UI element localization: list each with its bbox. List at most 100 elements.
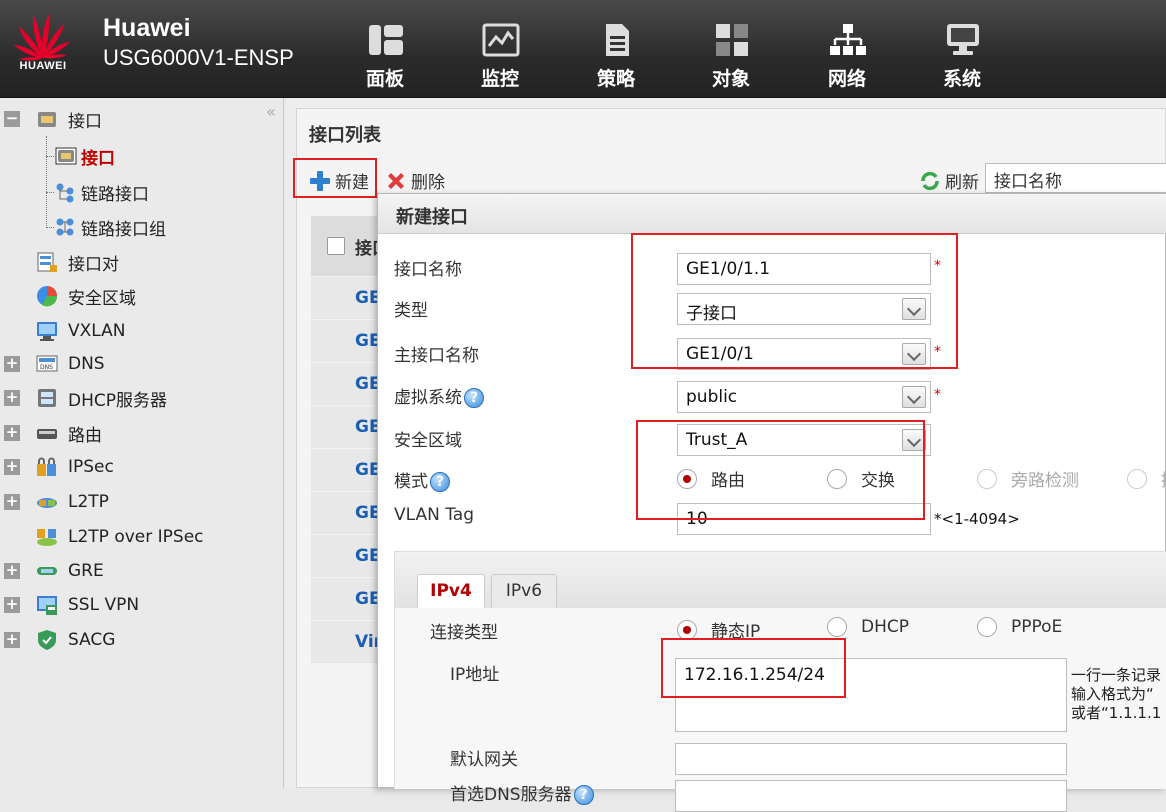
connection-radio-static-ip[interactable]: 静态IP [677,617,760,642]
nav-network[interactable]: 网络 [817,20,877,90]
tab-ipv4[interactable]: IPv4 [417,574,485,608]
radio-unchecked-icon [977,468,997,489]
sidebar-group-interface[interactable]: − 接口 [4,105,102,133]
parent-interface-value: GE1/0/1 [686,344,754,364]
mode-label-text: 模式 [394,472,428,492]
sidebar-item-label: SSL VPN [68,595,140,615]
hint-line: 一行一条记录 [1071,666,1162,684]
sidebar-item-interface-pair[interactable]: 接口对 [36,248,119,276]
security-zone-value: Trust_A [686,430,748,450]
brand-name: Huawei [103,14,191,42]
sidebar-item-link-interface-group[interactable]: 链路接口组 [55,213,166,241]
expand-toggle-icon[interactable]: + [4,597,20,613]
mode-label: 模式? [394,467,450,492]
help-icon[interactable]: ? [430,472,450,492]
dialog-title: 新建接口 [396,207,468,228]
interface-name-label: 接口名称 [394,260,462,280]
tab-ipv6[interactable]: IPv6 [491,574,557,608]
nav-system[interactable]: 系统 [932,20,992,90]
vlan-tag-range-hint: *<1-4094> [934,510,1020,528]
nav-object[interactable]: 对象 [701,20,761,90]
dialog-title-bar: 新建接口 [378,194,1166,234]
connection-radio-pppoe[interactable]: PPPoE [977,617,1062,637]
expand-toggle-icon[interactable]: + [4,459,20,475]
chevron-down-icon[interactable] [902,343,926,365]
sidebar-group-l2tp[interactable]: + L2TP [4,488,109,516]
vlan-tag-label: VLAN Tag [394,505,475,525]
sidebar-item-vxlan[interactable]: VXLAN [36,317,125,345]
sidebar-item-label: 链路接口组 [81,219,166,240]
security-zone-select[interactable]: Trust_A [677,424,931,456]
select-all-checkbox[interactable] [327,237,345,255]
parent-interface-select[interactable]: GE1/0/1 [677,338,931,370]
refresh-icon [921,171,939,190]
radio-checked-icon [677,619,697,640]
sidebar-group-sacg[interactable]: + SACG [4,626,115,654]
sidebar-item-security-zone[interactable]: 安全区域 [36,282,136,310]
sidebar-group-ssl-vpn[interactable]: + SSL VPN [4,591,139,619]
delete-button-label: 删除 [411,173,445,193]
expand-toggle-icon[interactable]: + [4,563,20,579]
gre-icon [37,567,57,575]
mode-radio-routing[interactable]: 路由 [677,466,745,491]
collapse-toggle-icon[interactable]: − [4,111,20,127]
expand-toggle-icon[interactable]: + [4,632,20,648]
l2tp-icon [37,498,57,508]
search-input[interactable]: 接口名称 [985,163,1166,193]
expand-toggle-icon[interactable]: + [4,356,20,372]
sidebar-item-label: VXLAN [68,321,126,341]
default-gateway-input[interactable] [675,743,1067,775]
new-button[interactable]: 新建 [309,168,369,193]
sidebar-item-interface[interactable]: 接口 [55,142,115,170]
ip-address-label: IP地址 [450,665,500,685]
chevron-down-icon[interactable] [902,429,926,451]
expand-toggle-icon[interactable]: + [4,425,20,441]
plus-icon [310,170,330,191]
ip-address-hint: 一行一条记录 输入格式为“ 或者“1.1.1.1 [1071,666,1161,723]
sidebar-item-l2tp-over-ipsec[interactable]: L2TP over IPSec [36,523,204,551]
mode-radio-switching[interactable]: 交换 [827,466,895,491]
vlan-tag-input[interactable]: 10 [677,503,931,535]
ip-address-textarea[interactable]: 172.16.1.254/24 [675,658,1067,732]
delete-button[interactable]: 删除 [385,168,445,193]
sidebar-item-label: DHCP服务器 [68,390,167,411]
chevron-down-icon[interactable] [902,298,926,320]
virtual-system-value: public [686,387,738,407]
device-model: USG6000V1-ENSP [103,45,294,70]
sidebar-item-link-interface[interactable]: 链路接口 [55,178,149,206]
sidebar-item-label: L2TP [68,492,109,512]
nav-monitor[interactable]: 监控 [470,20,530,90]
connection-radio-dhcp[interactable]: DHCP [827,617,909,637]
sidebar-group-routing[interactable]: + 路由 [4,419,102,447]
nav-dashboard[interactable]: 面板 [355,20,415,90]
refresh-button[interactable]: 刷新 [919,168,979,193]
nav-policy[interactable]: 策略 [586,20,646,90]
chevron-down-icon[interactable] [902,386,926,408]
dhcp-server-icon [38,389,56,407]
nav-label: 面板 [365,68,404,90]
security-zone-icon [37,286,58,307]
ipsec-icon [37,457,56,476]
interface-name-input[interactable]: GE1/0/1.1 [677,253,931,285]
type-select[interactable]: 子接口 [677,293,931,325]
preferred-dns-input[interactable] [675,780,1067,812]
virtual-system-select[interactable]: public [677,381,931,413]
sidebar-item-label: 接口 [81,148,115,169]
sidebar-group-dhcp-server[interactable]: + DHCP服务器 [4,384,167,412]
radio-checked-icon [677,468,697,489]
expand-toggle-icon[interactable]: + [4,494,20,510]
sidebar-group-dns[interactable]: + DNS DNS [4,350,105,378]
security-zone-label: 安全区域 [394,431,462,451]
nav-label: 网络 [827,68,866,90]
radio-label: 静态IP [711,622,761,642]
help-icon[interactable]: ? [573,785,594,805]
collapse-sidebar-icon[interactable]: « [266,102,276,121]
routing-icon [37,429,57,439]
sidebar-group-ipsec[interactable]: + IPSec [4,453,114,481]
help-icon[interactable]: ? [464,388,484,408]
ip-settings-area: IPv4 IPv6 连接类型 静态IP DHCP PPPoE IP地址 172.… [394,551,1166,812]
sidebar-item-label: DNS [68,354,105,374]
delete-icon [388,172,404,189]
expand-toggle-icon[interactable]: + [4,390,20,406]
sidebar-group-gre[interactable]: + GRE [4,557,104,585]
